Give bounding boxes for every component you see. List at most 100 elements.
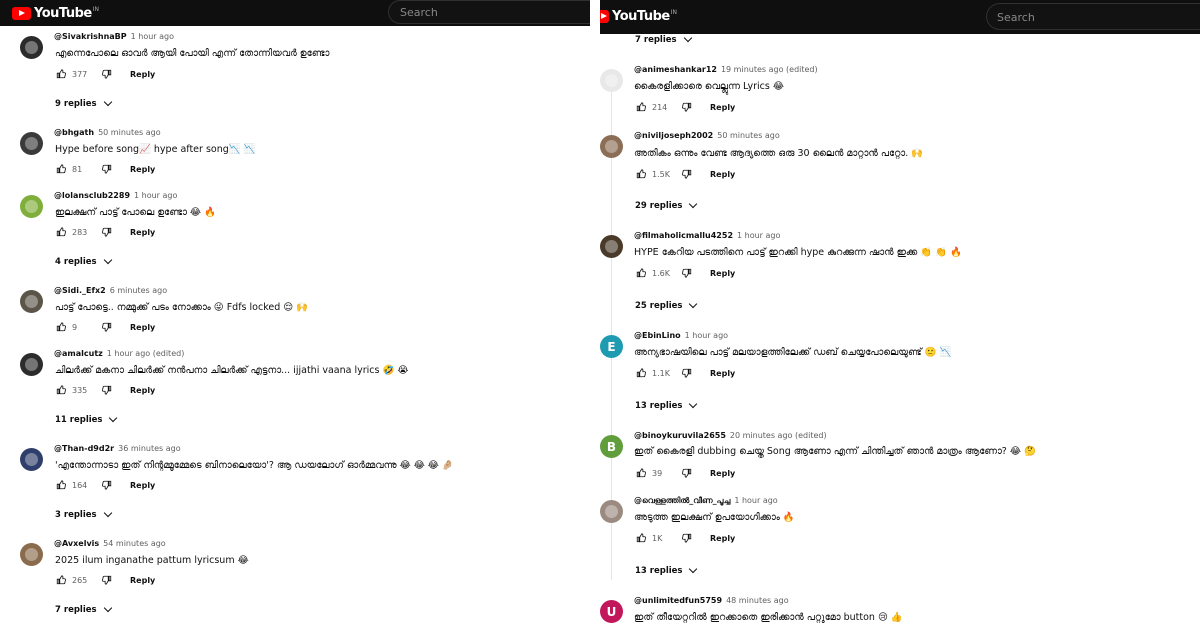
comment-time[interactable]: 1 hour ago [737,231,780,240]
reply-button[interactable]: Reply [710,103,735,112]
avatar[interactable] [20,353,43,376]
comment-time[interactable]: 1 hour ago [131,32,174,41]
comment-actions: 1.5K Reply [636,169,735,179]
dislike-icon[interactable] [102,164,112,174]
dislike-icon[interactable] [682,268,692,278]
reply-button[interactable]: Reply [130,481,155,490]
comment-author[interactable]: @unlimitedfun5759 [634,596,722,605]
like-icon[interactable] [636,368,646,378]
avatar[interactable]: U [600,600,623,623]
view-replies-button[interactable]: 29 replies [635,199,698,211]
like-icon[interactable] [56,322,66,332]
comment-time[interactable]: 1 hour ago [685,331,728,340]
avatar[interactable] [600,135,623,158]
avatar[interactable] [20,448,43,471]
avatar[interactable] [20,543,43,566]
reply-button[interactable]: Reply [710,170,735,179]
avatar[interactable]: E [600,335,623,358]
comment-author[interactable]: @filmaholicmallu4252 [634,231,733,240]
view-replies-button[interactable]: 7 replies [55,603,112,615]
view-replies-button[interactable]: 7 replies [635,33,692,45]
view-replies-button[interactable]: 13 replies [635,564,698,576]
comment-text: പാട്ട് പോട്ടെ.. നമ്മുക്ക് പടം നോക്കാം 😜 … [55,302,309,313]
reply-button[interactable]: Reply [130,228,155,237]
reply-button[interactable]: Reply [130,165,155,174]
region-code: IN [670,9,677,16]
comment-author[interactable]: @amalcutz [54,349,103,358]
reply-button[interactable]: Reply [130,70,155,79]
avatar[interactable] [20,195,43,218]
reply-button[interactable]: Reply [130,386,155,395]
comment-author[interactable]: @EbinLino [634,331,681,340]
comment-author[interactable]: @animeshankar12 [634,65,717,74]
reply-button[interactable]: Reply [710,534,735,543]
comment-time[interactable]: 36 minutes ago [118,444,181,453]
reply-button[interactable]: Reply [130,323,155,332]
comment-time[interactable]: 50 minutes ago [98,128,161,137]
search-input[interactable]: Search [986,3,1200,30]
comment-time[interactable]: 19 minutes ago (edited) [721,65,818,74]
view-replies-button[interactable]: 11 replies [55,413,118,425]
like-icon[interactable] [636,533,646,543]
like-icon[interactable] [636,169,646,179]
view-replies-button[interactable]: 13 replies [635,399,698,411]
avatar[interactable] [600,500,623,523]
comment-time[interactable]: 20 minutes ago (edited) [730,431,827,440]
comment-time[interactable]: 54 minutes ago [103,539,166,548]
like-icon[interactable] [56,575,66,585]
search-input[interactable]: Search [388,0,590,24]
reply-button[interactable]: Reply [710,269,735,278]
comment-author[interactable]: @SivakrishnaBP [54,32,127,41]
view-replies-button[interactable]: 3 replies [55,508,112,520]
dislike-icon[interactable] [102,385,112,395]
replies-count: 25 replies [635,301,683,311]
comment-time[interactable]: 50 minutes ago [717,131,780,140]
avatar[interactable]: B [600,435,623,458]
view-replies-button[interactable]: 9 replies [55,97,112,109]
avatar[interactable] [600,235,623,258]
reply-button[interactable]: Reply [710,369,735,378]
avatar[interactable] [20,132,43,155]
like-icon[interactable] [56,227,66,237]
comment-author[interactable]: @bhgath [54,128,94,137]
youtube-logo[interactable]: YouTube IN [600,9,677,24]
comment-author[interactable]: @lolansclub2289 [54,191,130,200]
avatar[interactable] [600,69,623,92]
comment-time[interactable]: 48 minutes ago [726,596,789,605]
reply-button[interactable]: Reply [710,469,735,478]
like-icon[interactable] [636,468,646,478]
avatar[interactable] [20,36,43,59]
dislike-icon[interactable] [102,69,112,79]
comment-author[interactable]: @Than-d9d2r [54,444,114,453]
dislike-icon[interactable] [682,169,692,179]
dislike-icon[interactable] [102,227,112,237]
comment-time[interactable]: 1 hour ago (edited) [107,349,185,358]
like-icon[interactable] [56,480,66,490]
comment-time[interactable]: 1 hour ago [734,496,777,505]
dislike-icon[interactable] [682,533,692,543]
dislike-icon[interactable] [102,575,112,585]
comment-author[interactable]: @Sidi._Efx2 [54,286,106,295]
view-replies-button[interactable]: 4 replies [55,255,112,267]
youtube-logo[interactable]: YouTube IN [12,6,99,21]
like-icon[interactable] [56,164,66,174]
panel-divider [590,0,600,629]
comment-time[interactable]: 1 hour ago [134,191,177,200]
like-icon[interactable] [56,69,66,79]
dislike-icon[interactable] [682,368,692,378]
dislike-icon[interactable] [102,480,112,490]
like-icon[interactable] [56,385,66,395]
dislike-icon[interactable] [682,468,692,478]
dislike-icon[interactable] [682,102,692,112]
reply-button[interactable]: Reply [130,576,155,585]
comment-time[interactable]: 6 minutes ago [110,286,167,295]
comment-author[interactable]: @വെള്ളത്തിൽ_വീണ_പൂച്ച [634,496,730,505]
comment-author[interactable]: @niviljoseph2002 [634,131,713,140]
like-icon[interactable] [636,102,646,112]
avatar[interactable] [20,290,43,313]
comment-author[interactable]: @binoykuruvila2655 [634,431,726,440]
comment-author[interactable]: @Avxelvis [54,539,99,548]
dislike-icon[interactable] [102,322,112,332]
like-icon[interactable] [636,268,646,278]
view-replies-button[interactable]: 25 replies [635,299,698,311]
